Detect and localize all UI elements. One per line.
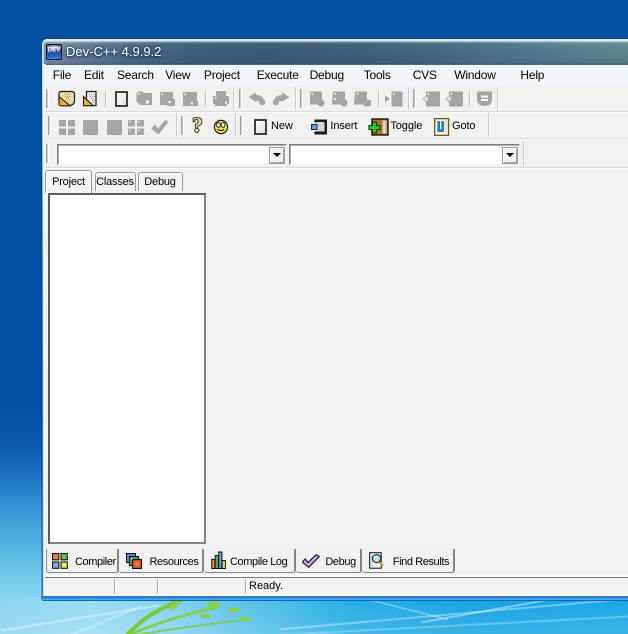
svg-text:C++: C++ xyxy=(48,53,60,60)
svg-text:?: ? xyxy=(192,115,203,135)
